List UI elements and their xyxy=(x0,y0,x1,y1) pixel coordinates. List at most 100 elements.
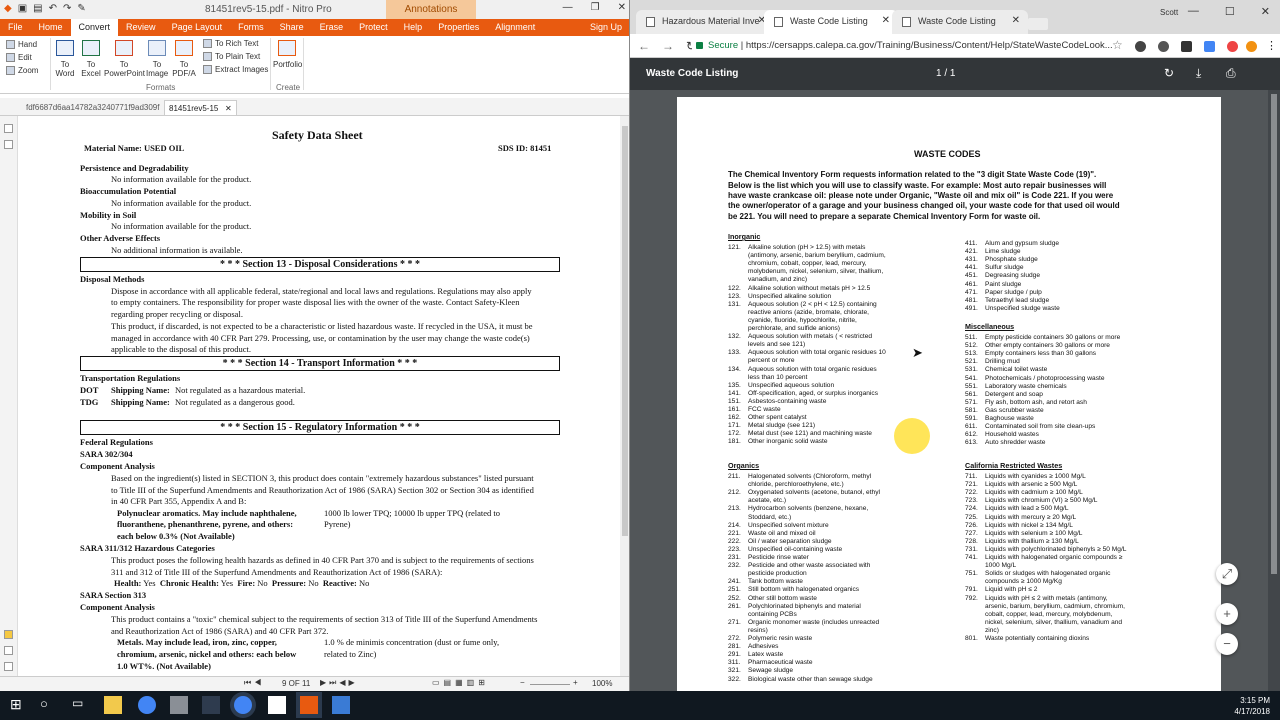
to-excel-button[interactable]: To Excel xyxy=(80,40,102,78)
waste-code-number: 232. xyxy=(728,562,741,570)
document-app-icon[interactable] xyxy=(268,696,286,714)
redo-icon[interactable]: ↷ xyxy=(63,3,71,14)
app-icon[interactable] xyxy=(170,696,188,714)
maximize-icon[interactable]: ❐ xyxy=(591,2,600,13)
adblock-icon[interactable] xyxy=(1227,41,1238,52)
scrollbar-thumb[interactable] xyxy=(622,126,628,536)
tab-page-layout[interactable]: Page Layout xyxy=(164,19,231,36)
tab-forms[interactable]: Forms xyxy=(230,19,272,36)
doc-tab-1[interactable]: fdf6687d6aa14782a3240771f9ad309f xyxy=(22,100,163,115)
search-icon[interactable]: ○ xyxy=(40,696,58,714)
gmail-icon[interactable] xyxy=(1181,41,1192,52)
new-tab-button[interactable] xyxy=(1028,18,1048,30)
file-explorer-icon[interactable] xyxy=(104,696,122,714)
download-icon[interactable]: ⤓ xyxy=(1196,66,1201,81)
waste-code-number: 272. xyxy=(728,635,741,642)
layers-panel-icon[interactable] xyxy=(4,662,13,671)
task-view-icon[interactable]: ▭ xyxy=(72,696,90,714)
nitro-pro-icon[interactable] xyxy=(300,696,318,714)
browser-tab-3[interactable]: Waste Code Listing ✕ xyxy=(892,10,1028,34)
menu-icon[interactable]: ⋮ xyxy=(1266,39,1277,52)
tab-protect[interactable]: Protect xyxy=(351,19,396,36)
browser-tab-2[interactable]: Waste Code Listing ✕ xyxy=(764,10,898,34)
disposal-line: Dispose in accordance with all applicabl… xyxy=(111,286,532,296)
pages-panel-icon[interactable] xyxy=(4,124,13,133)
select-tool-icon[interactable]: ✎ xyxy=(77,3,85,14)
zoom-slider[interactable] xyxy=(530,684,570,685)
app-icon[interactable] xyxy=(202,696,220,714)
forward-icon[interactable]: → xyxy=(662,39,674,53)
to-word-button[interactable]: To Word xyxy=(54,40,76,78)
close-tab-icon[interactable]: ✕ xyxy=(225,104,232,113)
close-icon[interactable]: ✕ xyxy=(618,2,626,13)
to-pdfa-button[interactable]: To PDF/A xyxy=(170,40,198,78)
hand-tool-button[interactable]: Hand xyxy=(6,40,37,49)
pdf-scrollbar[interactable] xyxy=(1268,90,1280,691)
maximize-icon[interactable]: ☐ xyxy=(1225,5,1235,18)
next-page-icon[interactable]: ▶⏭◀▶ xyxy=(320,678,358,688)
chrome-icon[interactable] xyxy=(138,696,156,714)
tab-convert[interactable]: Convert xyxy=(70,19,119,36)
to-pdfa-label: To PDF/A xyxy=(172,60,196,78)
app-icon[interactable] xyxy=(332,696,350,714)
zoom-in-icon[interactable]: + xyxy=(573,678,578,687)
view-mode-icons[interactable]: ▭▤▦▥⊞ xyxy=(432,678,489,687)
print-icon[interactable]: ▤ xyxy=(33,3,42,14)
tab-review[interactable]: Review xyxy=(118,19,164,36)
tab-share[interactable]: Share xyxy=(272,19,312,36)
tab-file[interactable]: File xyxy=(0,19,31,36)
back-icon[interactable]: ← xyxy=(638,39,650,53)
to-image-button[interactable]: To Image xyxy=(146,40,168,78)
tab-properties[interactable]: Properties xyxy=(430,19,487,36)
sign-up-link[interactable]: Sign Up xyxy=(582,19,629,36)
waste-code-number: 134. xyxy=(728,365,741,373)
minimize-icon[interactable]: — xyxy=(563,2,573,13)
print-icon[interactable]: ⎙ xyxy=(1226,66,1236,81)
minimize-icon[interactable]: — xyxy=(1188,5,1199,18)
extension-icon[interactable] xyxy=(1246,41,1257,52)
comments-panel-icon[interactable] xyxy=(4,630,13,639)
tab-home[interactable]: Home xyxy=(31,19,71,36)
to-rich-text-button[interactable]: To Rich Text xyxy=(203,39,258,48)
to-plain-text-button[interactable]: To Plain Text xyxy=(203,52,260,61)
waste-code-number: 551. xyxy=(965,382,978,390)
bookmark-star-icon[interactable]: ☆ xyxy=(1112,38,1123,52)
tab-erase[interactable]: Erase xyxy=(312,19,352,36)
address-bar[interactable]: Secure | https://cersapps.calepa.ca.gov/… xyxy=(692,37,1140,55)
doc-tab-2[interactable]: 81451rev5-15 ✕ xyxy=(164,100,237,115)
waste-code-description: Liquids with pH ≤ 2 with metals (antimon… xyxy=(985,594,1108,602)
tab-alignment[interactable]: Alignment xyxy=(487,19,543,36)
vertical-scrollbar[interactable] xyxy=(620,116,629,676)
chrome-active-icon[interactable] xyxy=(234,696,252,714)
to-powerpoint-button[interactable]: To PowerPoint xyxy=(104,40,145,78)
zoom-out-button[interactable]: − xyxy=(1216,633,1238,655)
rotate-icon[interactable]: ↻ xyxy=(1164,66,1174,80)
bookmarks-panel-icon[interactable] xyxy=(4,140,13,149)
profile-name[interactable]: Scott xyxy=(1160,8,1178,17)
edit-tool-button[interactable]: Edit xyxy=(6,53,32,62)
zoom-tool-button[interactable]: Zoom xyxy=(6,66,38,75)
portfolio-button[interactable]: Portfolio xyxy=(273,40,302,69)
extension-icon[interactable] xyxy=(1135,41,1146,52)
page-indicator[interactable]: 9 OF 11 xyxy=(282,679,310,688)
first-page-icon[interactable]: ⏮◀ xyxy=(244,678,264,688)
zoom-in-button[interactable]: + xyxy=(1216,603,1238,625)
system-clock[interactable]: 3:15 PM 4/17/2018 xyxy=(1234,695,1270,717)
attachments-panel-icon[interactable] xyxy=(4,646,13,655)
save-icon[interactable]: ▣ xyxy=(18,3,27,14)
undo-icon[interactable]: ↶ xyxy=(49,3,57,14)
extension-icon[interactable] xyxy=(1158,41,1169,52)
browser-tab-1[interactable]: Hazardous Material Inve ✕ xyxy=(636,10,774,34)
pdf-scrollbar-thumb[interactable] xyxy=(1271,94,1277,574)
sds-id: SDS ID: 81451 xyxy=(498,143,552,153)
zoom-out-icon[interactable]: − xyxy=(520,678,525,687)
taskbar: ⊞ ○ ▭ 3:15 PM 4/17/2018 xyxy=(0,691,1280,720)
fit-page-button[interactable]: ⤢ xyxy=(1216,563,1238,585)
close-tab-icon[interactable]: ✕ xyxy=(882,15,890,26)
start-icon[interactable]: ⊞ xyxy=(10,696,28,714)
close-icon[interactable]: ✕ xyxy=(1261,5,1270,18)
close-tab-icon[interactable]: ✕ xyxy=(1012,15,1020,26)
extension-icon[interactable] xyxy=(1204,41,1215,52)
tab-help[interactable]: Help xyxy=(396,19,431,36)
extract-images-button[interactable]: Extract Images xyxy=(203,65,268,74)
